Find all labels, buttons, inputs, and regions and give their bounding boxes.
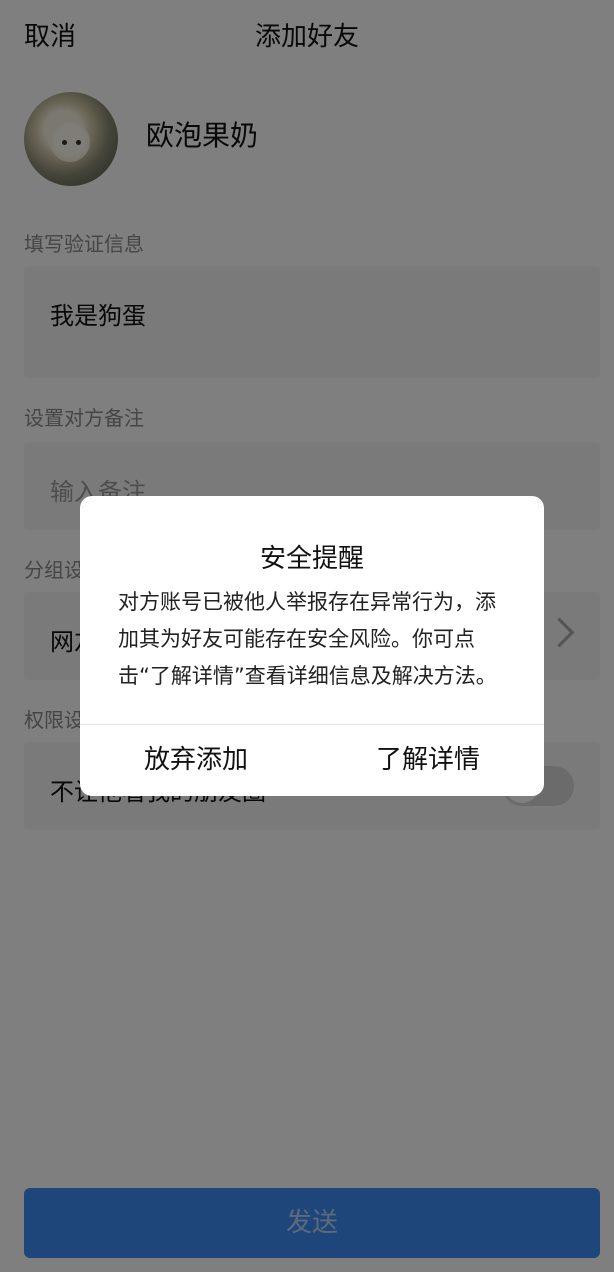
dialog-message: 对方账号已被他人举报存在异常行为，添加其为好友可能存在安全风险。你可点击“了解详… (118, 590, 497, 688)
dialog-title: 安全提醒 (259, 544, 364, 574)
security-alert-dialog: 安全提醒 对方账号已被他人举报存在异常行为，添加其为好友可能存在安全风险。你可点… (80, 496, 544, 796)
abandon-add-button[interactable]: 放弃添加 (80, 725, 312, 796)
learn-more-button[interactable]: 了解详情 (312, 725, 544, 796)
